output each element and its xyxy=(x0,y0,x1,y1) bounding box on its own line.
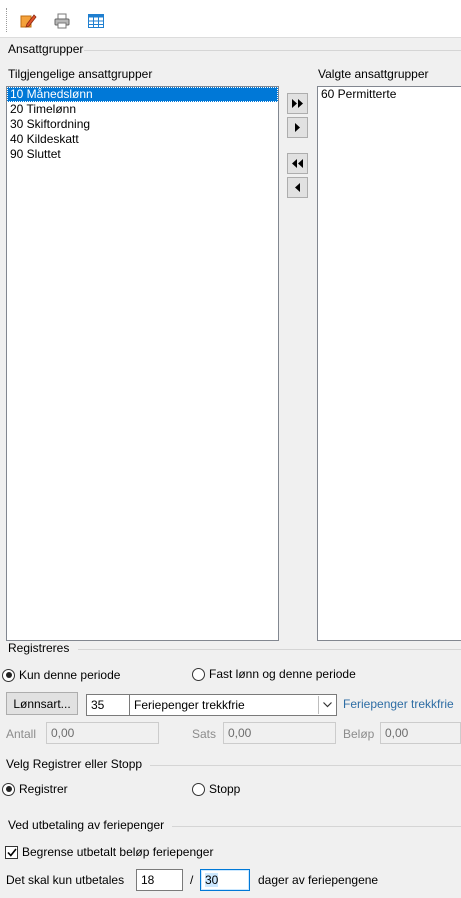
add-all-button[interactable] xyxy=(287,93,308,114)
lonnsart-dropdown[interactable]: Feriepenger trekkfrie xyxy=(129,694,337,716)
sats-label: Sats xyxy=(192,727,217,741)
double-right-arrow-icon xyxy=(291,99,303,108)
available-groups-listbox[interactable]: 10 Månedslønn 20 Timelønn 30 Skiftordning 4… xyxy=(6,86,279,641)
radio-kun-denne-periode[interactable]: Kun denne periode xyxy=(2,668,120,682)
toolbar-separator xyxy=(6,8,7,32)
velg-divider xyxy=(150,765,461,766)
toolbar xyxy=(0,0,461,38)
list-item[interactable]: 30 Skiftordning xyxy=(7,117,278,132)
print-icon[interactable] xyxy=(50,9,74,33)
list-item[interactable]: 60 Permitterte xyxy=(318,87,461,102)
utbetales-prefix: Det skal kun utbetales xyxy=(6,873,125,887)
add-one-button[interactable] xyxy=(287,117,308,138)
belop-label: Beløp xyxy=(343,727,375,741)
begrense-checkbox-label: Begrense utbetalt beløp feriepenger xyxy=(22,845,214,859)
radio-fast-lonn[interactable]: Fast lønn og denne periode xyxy=(192,667,356,681)
lonnsart-button[interactable]: Lønnsart... xyxy=(6,692,78,715)
belop-value: 0,00 xyxy=(385,726,409,740)
radio-stopp-label: Stopp xyxy=(209,782,241,796)
feriepenger-divider xyxy=(172,826,461,827)
ansattgrupper-divider xyxy=(84,50,461,51)
dager-field[interactable]: 18 xyxy=(136,869,183,891)
list-item[interactable]: 10 Månedslønn xyxy=(7,87,278,102)
antall-label: Antall xyxy=(6,727,37,741)
radio-kun-label: Kun denne periode xyxy=(19,668,121,682)
radio-circle xyxy=(192,667,205,681)
antall-field[interactable]: 0,00 xyxy=(46,722,159,744)
right-arrow-icon xyxy=(295,123,300,132)
list-item[interactable]: 90 Sluttet xyxy=(7,147,278,162)
utbetales-suffix: dager av feriepengene xyxy=(258,873,379,887)
total-dager-value: 30 xyxy=(205,873,219,887)
double-left-arrow-icon xyxy=(291,159,303,168)
selected-groups-label: Valgte ansattgrupper xyxy=(318,67,429,81)
lonnsart-button-label: Lønnsart... xyxy=(13,696,71,711)
remove-all-button[interactable] xyxy=(287,153,308,174)
lonnsart-description: Feriepenger trekkfrie xyxy=(343,697,454,711)
radio-registrer-label: Registrer xyxy=(19,782,68,796)
radio-circle xyxy=(192,782,205,796)
begrense-checkbox[interactable]: Begrense utbetalt beløp feriepenger xyxy=(5,845,213,859)
lonnsart-code-value: 35 xyxy=(91,698,105,712)
registreres-title: Registreres xyxy=(8,641,70,655)
list-item[interactable]: 20 Timelønn xyxy=(7,102,278,117)
chevron-down-icon[interactable] xyxy=(318,696,335,714)
edit-icon[interactable] xyxy=(16,9,40,33)
sats-field[interactable]: 0,00 xyxy=(223,722,336,744)
left-arrow-icon xyxy=(295,183,300,192)
list-item[interactable]: 40 Kildeskatt xyxy=(7,132,278,147)
ansattgrupper-title: Ansattgrupper xyxy=(8,42,84,56)
total-dager-field[interactable]: 30 xyxy=(200,869,250,891)
available-groups-label: Tilgjengelige ansattgrupper xyxy=(8,67,153,81)
checkbox-box xyxy=(5,845,18,859)
radio-circle xyxy=(2,782,15,796)
radio-circle xyxy=(2,668,15,682)
checkmark-icon xyxy=(6,848,17,857)
feriepenger-title: Ved utbetaling av feriepenger xyxy=(8,818,165,832)
lonnsart-dropdown-value: Feriepenger trekkfrie xyxy=(134,698,245,712)
separator-slash: / xyxy=(190,873,194,887)
radio-fast-label: Fast lønn og denne periode xyxy=(209,667,356,681)
lonnsart-code-field[interactable]: 35 xyxy=(86,694,131,716)
radio-registrer[interactable]: Registrer xyxy=(2,782,68,796)
selected-groups-listbox[interactable]: 60 Permitterte xyxy=(317,86,461,641)
calendar-grid-icon[interactable] xyxy=(84,9,108,33)
sats-value: 0,00 xyxy=(228,726,252,740)
remove-one-button[interactable] xyxy=(287,177,308,198)
radio-stopp[interactable]: Stopp xyxy=(192,782,240,796)
registreres-divider xyxy=(78,649,461,650)
antall-value: 0,00 xyxy=(51,726,75,740)
velg-title: Velg Registrer eller Stopp xyxy=(6,757,143,771)
dager-value: 18 xyxy=(141,873,155,887)
belop-field[interactable]: 0,00 xyxy=(380,722,461,744)
